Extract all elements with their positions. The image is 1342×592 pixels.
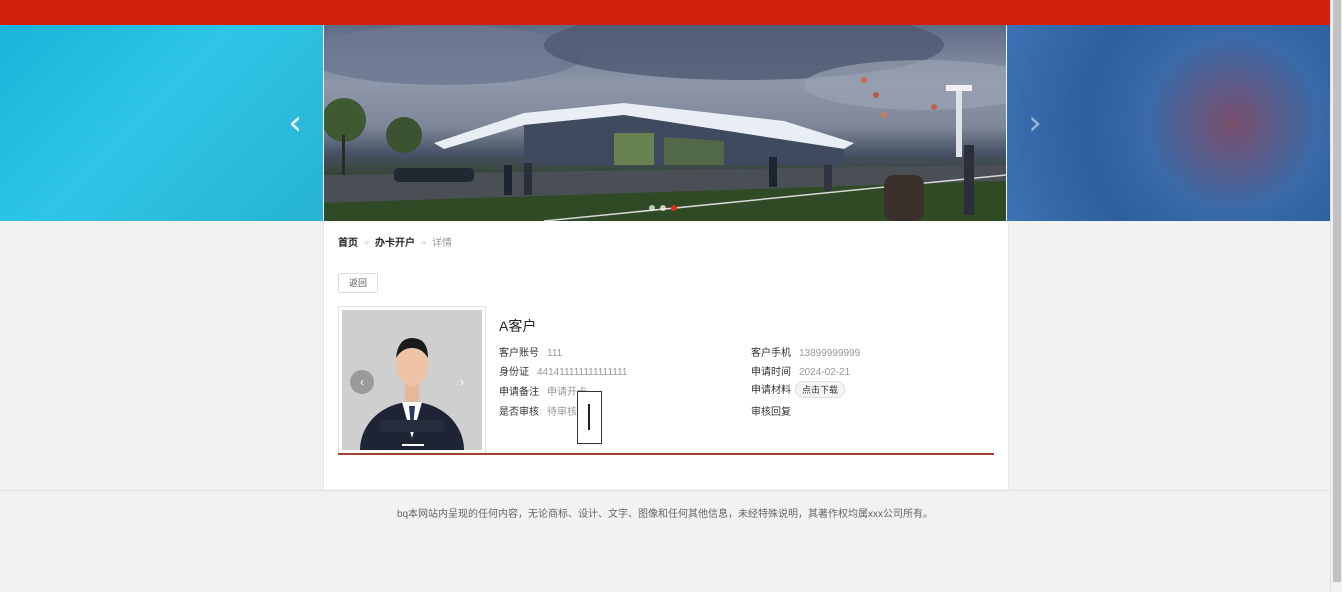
- photo-indicator[interactable]: [402, 444, 424, 446]
- back-button[interactable]: 返回: [338, 273, 378, 293]
- field-apply-note: 申请备注 申请开卡: [499, 383, 587, 398]
- carousel-indicators: [649, 205, 677, 211]
- field-value: 441411111111111111: [537, 367, 628, 378]
- field-label: 客户手机: [751, 348, 791, 359]
- banner-slide-current: [324, 25, 1006, 221]
- banner-slide-prev: [0, 25, 323, 221]
- field-id-card: 身份证 441411111111111111: [499, 363, 627, 378]
- banner-carousel: ‹ ›: [0, 25, 1330, 221]
- carousel-dot-active[interactable]: [671, 205, 677, 211]
- field-label: 申请材料: [751, 385, 791, 396]
- field-account: 客户账号 111: [499, 344, 562, 359]
- customer-photo-carousel: ‹ ›: [342, 310, 482, 450]
- text-cursor-icon: [588, 404, 590, 430]
- breadcrumb-separator: »: [421, 236, 427, 247]
- breadcrumb-section[interactable]: 办卡开户: [375, 234, 415, 249]
- breadcrumb: 首页 » 办卡开户 » 详情: [338, 234, 453, 250]
- field-label: 身份证: [499, 367, 529, 378]
- photo-prev-arrow-icon[interactable]: ‹: [350, 370, 374, 394]
- field-apply-material: 申请材料 点击下载: [751, 381, 846, 398]
- banner-slide-next: [1007, 25, 1330, 221]
- field-value: 111: [547, 348, 563, 359]
- photo-next-arrow-icon[interactable]: ›: [450, 370, 474, 394]
- field-label: 是否审核: [499, 407, 539, 418]
- carousel-dot[interactable]: [649, 205, 655, 211]
- field-value: 2024-02-21: [799, 367, 851, 378]
- field-phone: 客户手机 13899999999: [751, 344, 860, 359]
- footer-copyright: bq本网站内呈现的任何内容，无论商标、设计、文字、图像和任何其他信息，未经特殊说…: [396, 509, 934, 520]
- breadcrumb-home[interactable]: 首页: [338, 234, 358, 249]
- detail-panel: 首页 » 办卡开户 » 详情 返回 ‹ › A客户 客户账号 111 客户手机 …: [323, 221, 1009, 489]
- scrollbar-thumb[interactable]: [1333, 0, 1341, 582]
- carousel-dot[interactable]: [660, 205, 666, 211]
- breadcrumb-current: 详情: [432, 238, 453, 249]
- page-scrollbar[interactable]: [1330, 0, 1342, 591]
- banner-next-arrow-icon[interactable]: ›: [1020, 105, 1050, 141]
- field-label: 申请时间: [751, 367, 791, 378]
- footer: bq本网站内呈现的任何内容，无论商标、设计、文字、图像和任何其他信息，未经特殊说…: [0, 490, 1330, 592]
- customer-photo-frame: ‹ ›: [338, 306, 486, 454]
- field-apply-time: 申请时间 2024-02-21: [751, 363, 850, 378]
- field-label: 审核回复: [751, 407, 791, 418]
- field-label: 申请备注: [499, 387, 539, 398]
- field-review-status: 是否审核 待审核: [499, 403, 577, 418]
- section-divider: [338, 453, 994, 455]
- field-value: 待审核: [547, 407, 577, 418]
- field-label: 客户账号: [499, 348, 539, 359]
- banner-prev-arrow-icon[interactable]: ‹: [280, 105, 310, 141]
- airport-illustration: [324, 25, 1006, 221]
- customer-name: A客户: [499, 318, 537, 334]
- top-bar: [0, 0, 1330, 25]
- download-button[interactable]: 点击下载: [795, 381, 846, 398]
- breadcrumb-separator: »: [364, 236, 370, 247]
- field-value: 13899999999: [799, 348, 861, 359]
- field-review-reply: 审核回复: [751, 403, 791, 418]
